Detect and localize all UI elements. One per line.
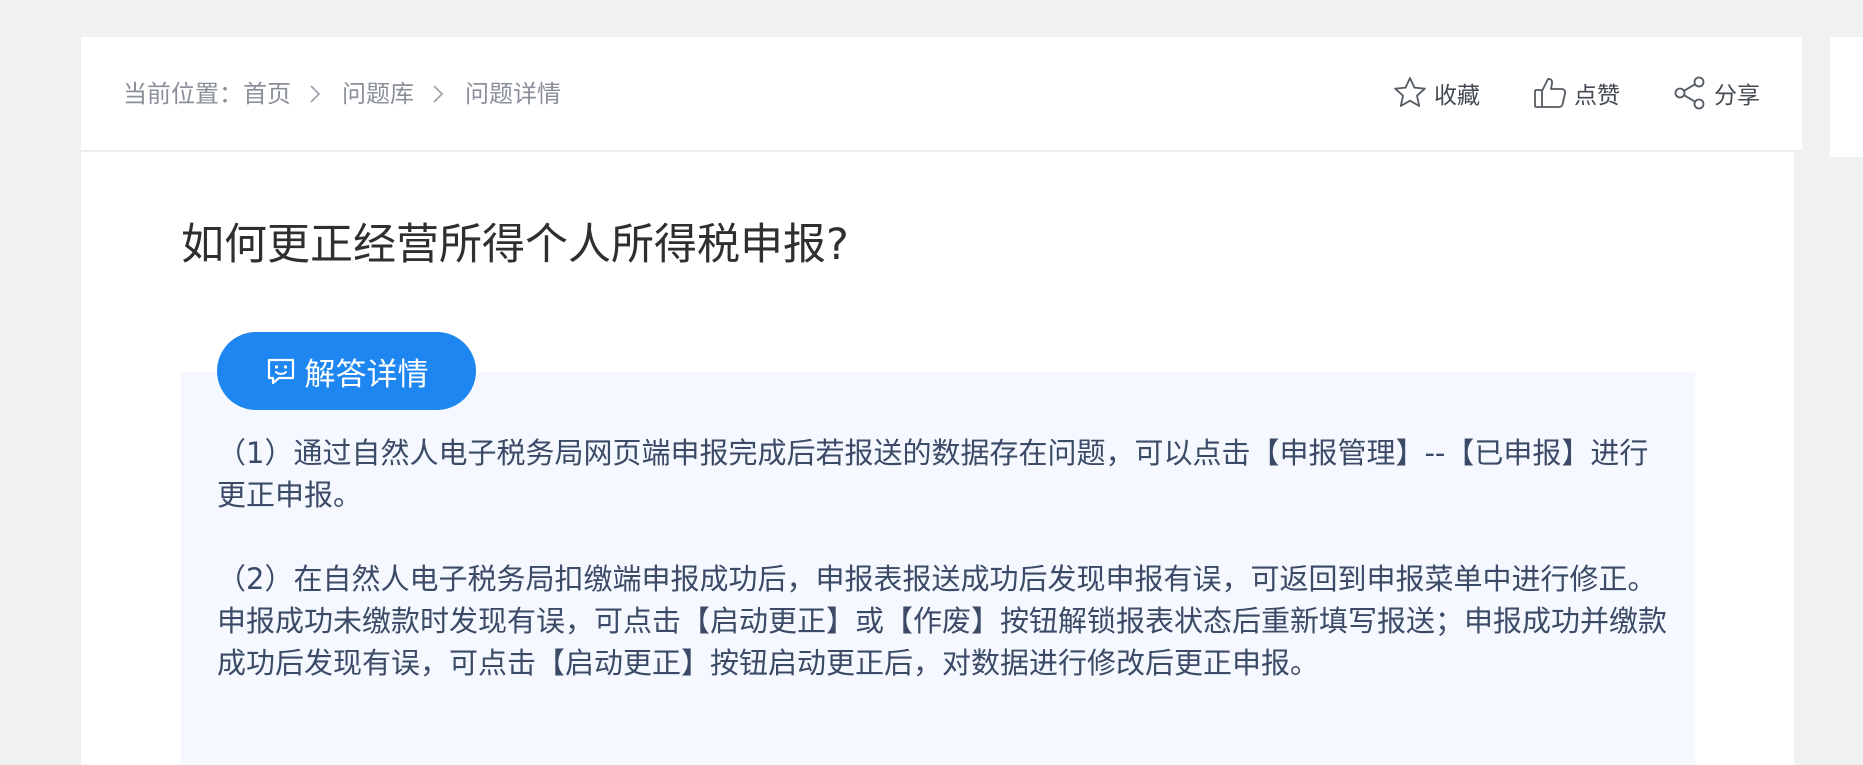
top-bar: 当前位置： 首页 问题库 问题详情 收藏 点赞 分享 [81,37,1802,151]
star-outline-icon [1392,75,1428,111]
breadcrumb-item-question-detail: 问题详情 [465,80,561,108]
breadcrumb: 当前位置： 首页 问题库 问题详情 [123,77,561,111]
answer-body: （1）通过自然人电子税务局网页端申报完成后若报送的数据存在问题，可以点击【申报管… [217,432,1677,726]
answer-detail-label: 解答详情 [304,356,429,393]
chevron-right-icon [309,84,321,104]
answer-paragraph: （2）在自然人电子税务局扣缴端申报成功后，申报表报送成功后发现申报有误，可返回到… [217,562,1668,680]
answer-paragraph: （1）通过自然人电子税务局网页端申报完成后若报送的数据存在问题，可以点击【申报管… [217,436,1649,512]
chevron-right-icon [432,84,444,104]
action-bar: 收藏 点赞 分享 [1392,75,1760,111]
share-nodes-icon [1672,75,1708,111]
favorite-label: 收藏 [1434,83,1480,109]
share-button[interactable]: 分享 [1672,75,1760,111]
question-title: 如何更正经营所得个人所得税申报? [181,220,849,270]
like-button[interactable]: 点赞 [1532,75,1620,111]
side-panel [1830,37,1863,157]
question-content: 如何更正经营所得个人所得税申报? （1）通过自然人电子税务局网页端申报完成后若报… [81,152,1794,765]
share-label: 分享 [1714,83,1760,109]
breadcrumb-prefix: 当前位置： [123,80,243,108]
answer-panel: （1）通过自然人电子税务局网页端申报完成后若报送的数据存在问题，可以点击【申报管… [181,372,1695,765]
thumbs-up-outline-icon [1532,75,1568,111]
favorite-button[interactable]: 收藏 [1392,75,1480,111]
chat-smile-icon [265,355,297,387]
breadcrumb-item-home[interactable]: 首页 [243,77,291,111]
breadcrumb-item-question-library[interactable]: 问题库 [342,77,414,111]
answer-detail-tab[interactable]: 解答详情 [217,332,476,410]
like-label: 点赞 [1574,83,1620,109]
